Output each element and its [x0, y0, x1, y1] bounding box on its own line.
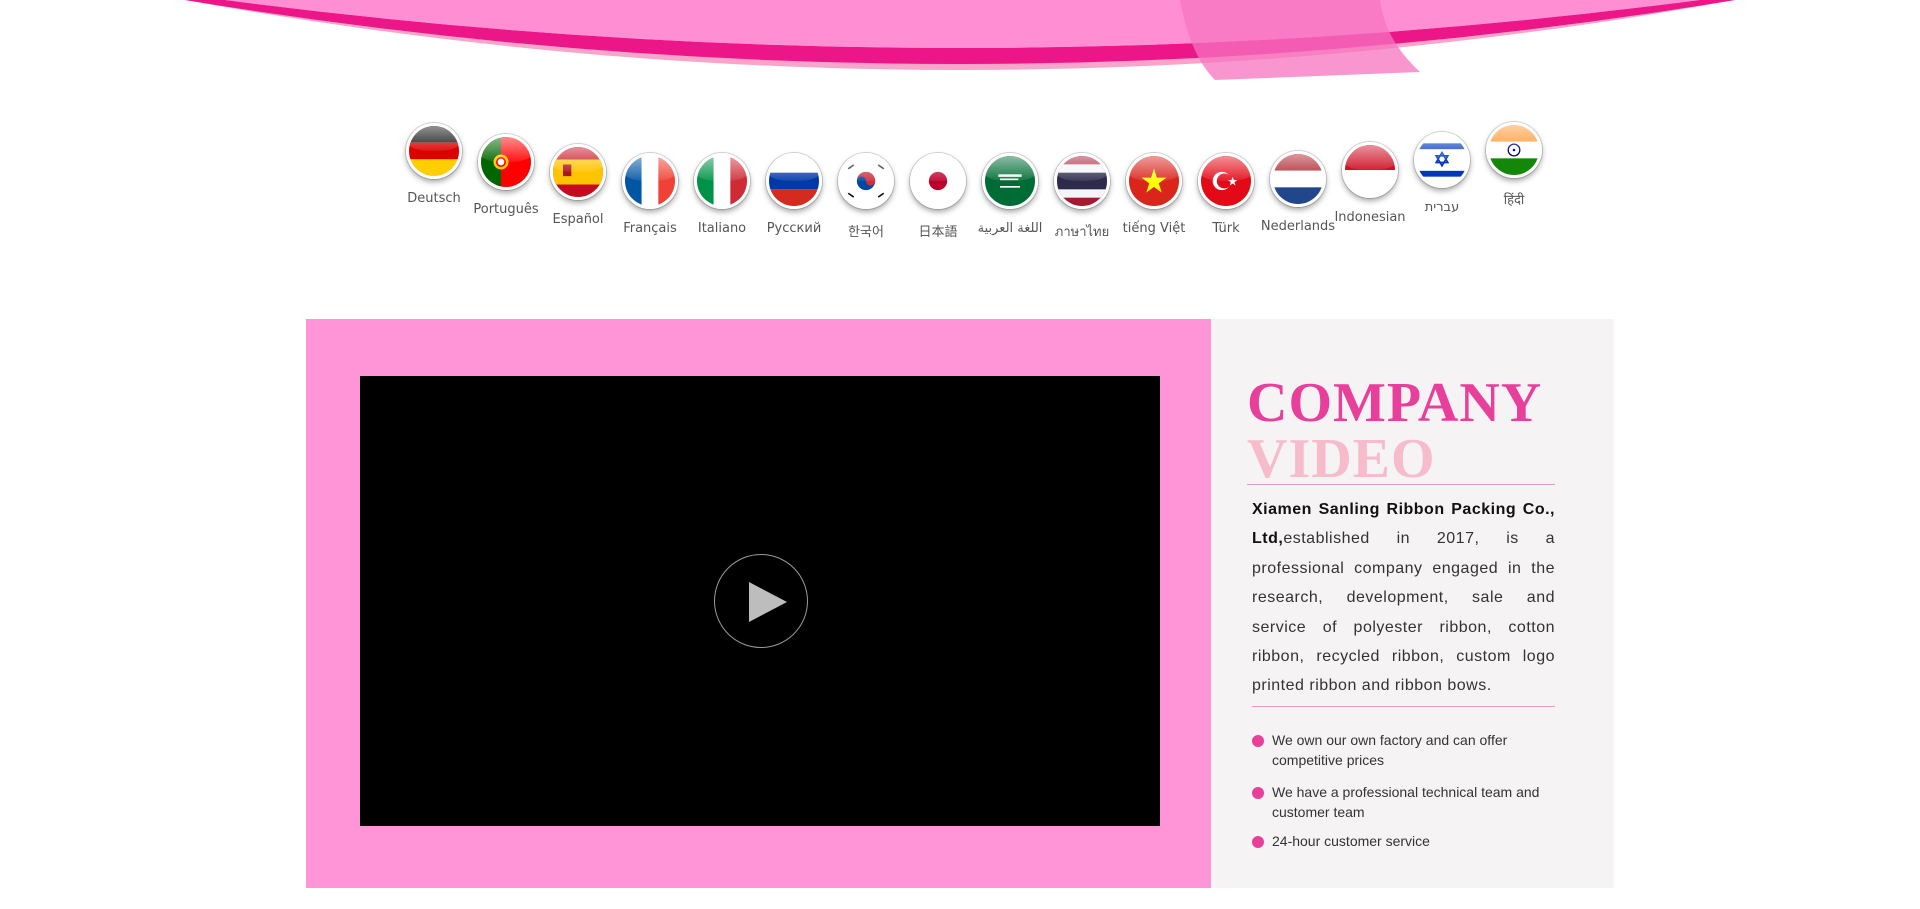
language-label: Français: [623, 221, 677, 236]
language-label: Español: [552, 212, 604, 227]
language-label: tiếng Việt: [1122, 221, 1186, 236]
company-video-section: COMPANY VIDEO Xiamen Sanling Ribbon Pack…: [306, 319, 1614, 888]
language-label: Deutsch: [407, 191, 461, 206]
feature-item: We own our own factory and can offer com…: [1252, 731, 1552, 770]
language-label: ภาษาไทย: [1054, 225, 1110, 240]
language-option-vi[interactable]: tiếng Việt: [1114, 153, 1194, 236]
language-option-it[interactable]: Italiano: [682, 153, 762, 236]
indonesia-flag-icon: [1342, 142, 1398, 198]
language-option-pt[interactable]: Português: [466, 134, 546, 217]
turkey-flag-icon: [1198, 153, 1254, 209]
korea-flag-icon: [838, 153, 894, 209]
language-option-ru[interactable]: Русский: [754, 153, 834, 236]
company-description-text: established in 2017, is a professional c…: [1252, 530, 1555, 695]
language-option-es[interactable]: Español: [538, 144, 618, 227]
japan-flag-icon: [910, 153, 966, 209]
feature-item: 24-hour customer service: [1252, 832, 1552, 852]
spain-flag-icon: [550, 144, 606, 200]
play-icon[interactable]: [714, 554, 808, 648]
feature-item: We have a professional technical team an…: [1252, 783, 1552, 822]
language-option-hi[interactable]: हिंदी: [1474, 122, 1554, 208]
language-label: اللغة العربية: [977, 221, 1043, 236]
language-option-th[interactable]: ภาษาไทย: [1042, 153, 1122, 242]
company-info-panel: COMPANY VIDEO Xiamen Sanling Ribbon Pack…: [1211, 319, 1614, 888]
germany-flag-icon: [406, 123, 462, 179]
language-option-nl[interactable]: Nederlands: [1258, 151, 1338, 234]
language-option-he[interactable]: עברית: [1402, 132, 1482, 215]
saudi-arabia-flag-icon: [982, 153, 1038, 209]
divider: [1247, 484, 1555, 485]
russia-flag-icon: [766, 153, 822, 209]
language-option-ar[interactable]: اللغة العربية: [970, 153, 1050, 236]
language-label: Português: [473, 202, 539, 217]
portugal-flag-icon: [478, 134, 534, 190]
language-label: 한국어: [848, 225, 884, 240]
israel-flag-icon: [1414, 132, 1470, 188]
language-label: Русский: [766, 221, 822, 236]
italy-flag-icon: [694, 153, 750, 209]
feature-list: We own our own factory and can offer com…: [1252, 731, 1552, 852]
language-label: 日本語: [918, 225, 958, 240]
language-label: Indonesian: [1334, 210, 1406, 225]
india-flag-icon: [1486, 122, 1542, 178]
language-option-tr[interactable]: Türk: [1186, 153, 1266, 236]
language-label: עברית: [1424, 200, 1460, 215]
language-option-de[interactable]: Deutsch: [394, 123, 474, 206]
company-description: Xiamen Sanling Ribbon Packing Co., Ltd,e…: [1252, 495, 1555, 701]
france-flag-icon: [622, 153, 678, 209]
section-title-video: VIDEO: [1247, 428, 1436, 490]
language-selector: Deutsch Português Español Français Itali…: [0, 0, 1920, 260]
vietnam-flag-icon: [1126, 153, 1182, 209]
language-label: Nederlands: [1260, 219, 1336, 234]
language-label: हिंदी: [1503, 193, 1525, 208]
video-panel: [306, 319, 1211, 888]
language-option-fr[interactable]: Français: [610, 153, 690, 236]
section-title-company: COMPANY: [1247, 372, 1543, 434]
language-option-ja[interactable]: 日本語: [898, 153, 978, 240]
language-label: Italiano: [697, 221, 747, 236]
divider: [1252, 706, 1555, 707]
thailand-flag-icon: [1054, 153, 1110, 209]
video-player[interactable]: [360, 376, 1160, 826]
netherlands-flag-icon: [1270, 151, 1326, 207]
language-label: Türk: [1212, 221, 1240, 236]
language-option-ko[interactable]: 한국어: [826, 153, 906, 240]
language-option-id[interactable]: Indonesian: [1330, 142, 1410, 225]
